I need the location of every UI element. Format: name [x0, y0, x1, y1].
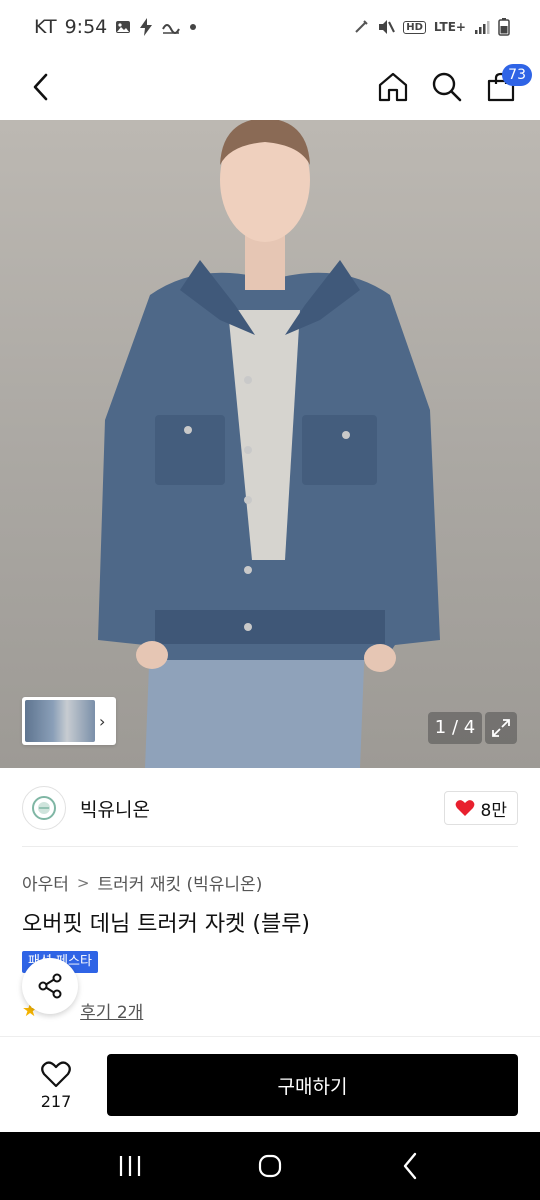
status-bar: KT 9:54 HD LTE+: [0, 0, 540, 54]
bottom-divider: [0, 1036, 540, 1037]
brand-logo-icon: [32, 796, 56, 820]
vibrate-icon: [353, 19, 369, 35]
breadcrumb: 아우터 > 트러커 재킷 (빅유니온): [22, 870, 263, 896]
back-button[interactable]: [24, 70, 58, 104]
app-header: 73: [0, 54, 540, 120]
battery-icon: [498, 18, 510, 36]
lte-icon: LTE+: [433, 20, 466, 34]
brand-like-count: 8만: [480, 800, 507, 821]
clock: 9:54: [64, 16, 108, 38]
expand-icon: [492, 719, 510, 737]
bolt-icon: [139, 18, 153, 36]
share-icon: [38, 973, 62, 999]
dot-icon: [189, 23, 197, 31]
wave-icon: [161, 19, 181, 35]
product-title: 오버핏 데님 트러커 자켓 (블루): [22, 912, 311, 937]
page-indicator: 1 / 4: [428, 712, 482, 744]
cart-button[interactable]: 73: [484, 64, 532, 104]
heart-outline-icon: [41, 1060, 71, 1087]
brand-row: 빅유니온 8만: [22, 782, 518, 834]
wishlist-button[interactable]: 217: [22, 1054, 90, 1116]
wishlist-count: 217: [40, 1091, 72, 1111]
back-nav-button[interactable]: [385, 1141, 435, 1191]
chevron-left-icon: [33, 73, 48, 101]
home-nav-button[interactable]: [245, 1141, 295, 1191]
recent-apps-button[interactable]: [105, 1141, 155, 1191]
header-actions: 73: [376, 64, 532, 104]
share-button[interactable]: [22, 958, 78, 1014]
image-icon: [115, 19, 131, 35]
divider: [22, 846, 518, 847]
status-right: HD LTE+: [353, 18, 510, 36]
home-circle-icon: [258, 1154, 282, 1178]
hd-icon: HD: [403, 20, 426, 34]
breadcrumb-category[interactable]: 아우터: [22, 870, 69, 895]
brand-info[interactable]: 빅유니온: [22, 786, 150, 830]
brand-like-button[interactable]: 8만: [443, 791, 518, 825]
thumbnail-image[interactable]: [25, 700, 95, 742]
home-icon: [378, 72, 408, 102]
cart-count-badge: 73: [502, 64, 532, 86]
heart-filled-icon: [455, 800, 474, 816]
buy-button[interactable]: 구매하기: [107, 1054, 518, 1116]
brand-logo[interactable]: [22, 786, 66, 830]
brand-name[interactable]: 빅유니온: [80, 795, 150, 822]
product-photo: [98, 120, 440, 768]
product-image-gallery[interactable]: › 1 / 4: [0, 120, 540, 768]
search-button[interactable]: [430, 70, 464, 104]
system-nav-bar: [0, 1132, 540, 1200]
home-button[interactable]: [376, 70, 410, 104]
search-icon: [432, 72, 462, 102]
thumbnail-strip[interactable]: ›: [22, 697, 116, 745]
expand-button[interactable]: [485, 712, 517, 744]
review-link[interactable]: 후기 2개: [80, 998, 143, 1023]
signal-icon: [474, 19, 490, 35]
recent-apps-icon: [119, 1156, 141, 1176]
back-icon: [403, 1152, 417, 1180]
status-left: KT 9:54: [34, 16, 197, 38]
mute-icon: [377, 19, 396, 35]
breadcrumb-subcategory[interactable]: 트러커 재킷 (빅유니온): [98, 870, 263, 895]
breadcrumb-separator: >: [76, 873, 90, 892]
thumbnail-arrow[interactable]: ›: [99, 712, 105, 731]
carrier-label: KT: [34, 16, 57, 38]
